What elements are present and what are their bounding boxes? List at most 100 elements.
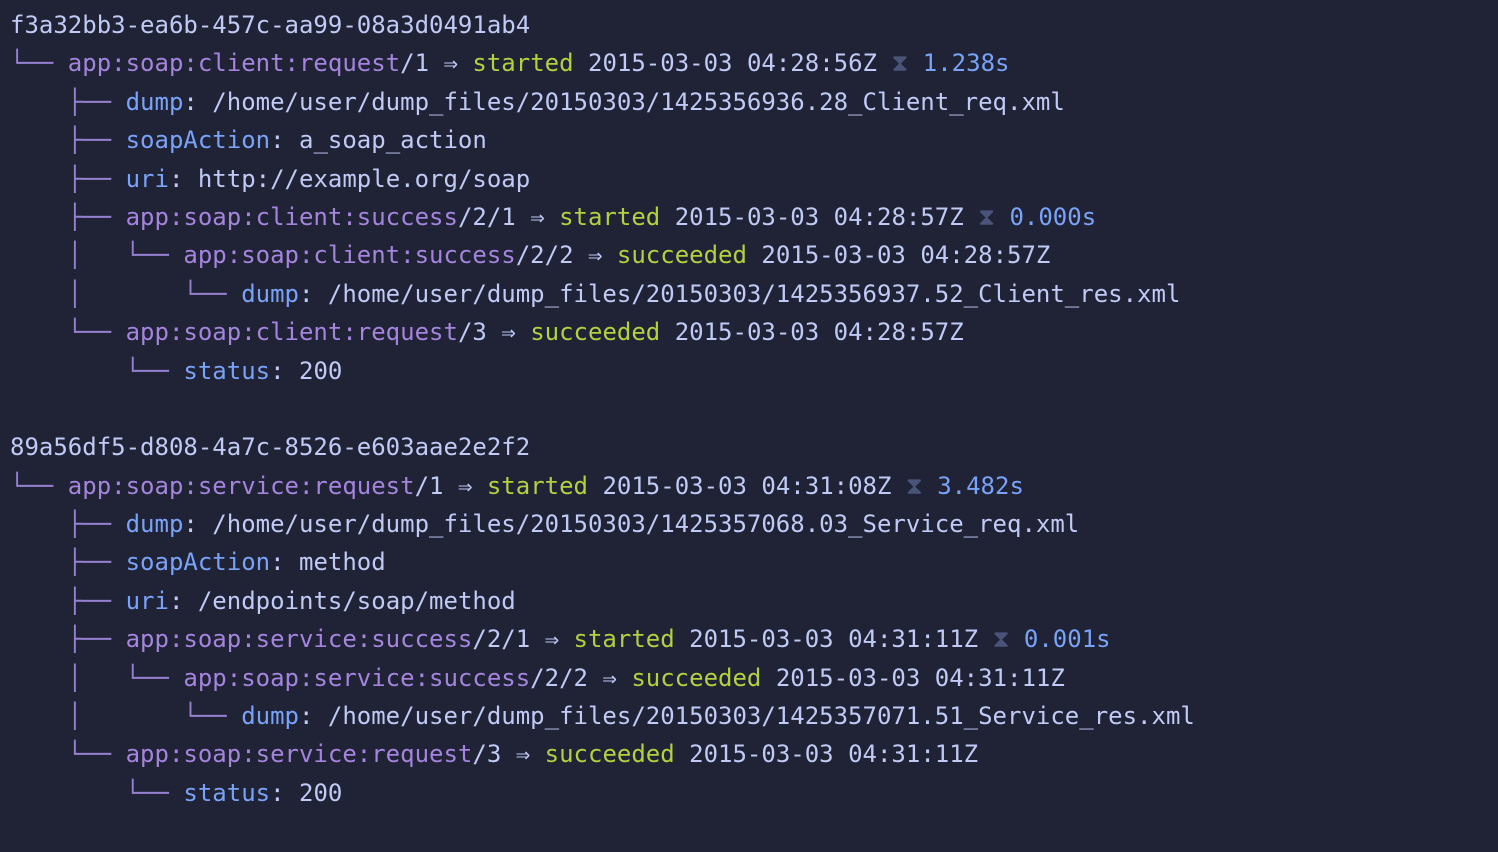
- tree-branch-icon: ├──: [10, 126, 126, 154]
- attribute-key: dump: [241, 280, 299, 308]
- tree-branch-icon: └──: [10, 740, 126, 768]
- attribute-key: dump: [126, 510, 184, 538]
- attribute-key: uri: [126, 165, 169, 193]
- tree-branch-icon: └──: [10, 779, 183, 807]
- trace-uuid-line: f3a32bb3-ea6b-457c-aa99-08a3d0491ab4: [10, 6, 1488, 44]
- blank-line: [10, 390, 1488, 428]
- tree-branch-icon: ├──: [10, 510, 126, 538]
- tree-branch-icon: ├──: [10, 203, 126, 231]
- event-line: └── app:soap:service:request/1 ⇒ started…: [10, 467, 1488, 505]
- tree-branch-icon: └──: [10, 472, 68, 500]
- arrow-icon: ⇒: [501, 318, 530, 346]
- attribute-key: dump: [241, 702, 299, 730]
- arrow-icon: ⇒: [444, 49, 473, 77]
- arrow-icon: ⇒: [545, 625, 574, 653]
- tree-branch-icon: └──: [10, 357, 183, 385]
- event-state: succeeded: [545, 740, 675, 768]
- event-sequence: /3: [458, 318, 501, 346]
- event-line: └── app:soap:client:request/3 ⇒ succeede…: [10, 313, 1488, 351]
- attribute-line: ├── soapAction: method: [10, 543, 1488, 581]
- event-duration: 0.001s: [1024, 625, 1111, 653]
- tree-branch-icon: └──: [10, 318, 126, 346]
- event-name: app:soap:client:success: [126, 203, 458, 231]
- event-sequence: /2/2: [516, 241, 588, 269]
- event-state: succeeded: [617, 241, 747, 269]
- event-timestamp: 2015-03-03 04:31:11Z: [675, 625, 978, 653]
- event-sequence: /1: [415, 472, 458, 500]
- tree-branch-icon: ├──: [10, 88, 126, 116]
- tree-branch-icon: ├──: [10, 587, 126, 615]
- event-duration: 1.238s: [923, 49, 1010, 77]
- event-line: │ └── app:soap:client:success/2/2 ⇒ succ…: [10, 236, 1488, 274]
- event-name: app:soap:service:request: [126, 740, 473, 768]
- event-name: app:soap:service:request: [68, 472, 415, 500]
- attribute-value: : a_soap_action: [270, 126, 487, 154]
- event-sequence: /1: [400, 49, 443, 77]
- trace-uuid: f3a32bb3-ea6b-457c-aa99-08a3d0491ab4: [10, 11, 530, 39]
- event-timestamp: 2015-03-03 04:28:57Z: [747, 241, 1050, 269]
- tree-branch-icon: ├──: [10, 625, 126, 653]
- event-timestamp: 2015-03-03 04:31:11Z: [761, 664, 1064, 692]
- event-line: └── app:soap:service:request/3 ⇒ succeed…: [10, 735, 1488, 773]
- attribute-line: │ └── dump: /home/user/dump_files/201503…: [10, 697, 1488, 735]
- tree-branch-icon: │ └──: [10, 702, 241, 730]
- event-timestamp: 2015-03-03 04:28:56Z: [574, 49, 877, 77]
- trace-uuid-line: 89a56df5-d808-4a7c-8526-e603aae2e2f2: [10, 428, 1488, 466]
- attribute-key: soapAction: [126, 126, 271, 154]
- event-state: succeeded: [631, 664, 761, 692]
- event-state: started: [574, 625, 675, 653]
- event-timestamp: 2015-03-03 04:28:57Z: [660, 203, 963, 231]
- attribute-value: : /endpoints/soap/method: [169, 587, 516, 615]
- attribute-line: ├── soapAction: a_soap_action: [10, 121, 1488, 159]
- attribute-key: uri: [126, 587, 169, 615]
- arrow-icon: ⇒: [588, 241, 617, 269]
- arrow-icon: ⇒: [458, 472, 487, 500]
- attribute-value: : /home/user/dump_files/20150303/1425356…: [299, 280, 1180, 308]
- event-sequence: /2/1: [458, 203, 530, 231]
- arrow-icon: ⇒: [602, 664, 631, 692]
- hourglass-icon: ⧗: [978, 203, 995, 231]
- attribute-key: status: [183, 357, 270, 385]
- event-name: app:soap:client:request: [126, 318, 458, 346]
- attribute-value: : http://example.org/soap: [169, 165, 530, 193]
- attribute-value: : 200: [270, 779, 342, 807]
- attribute-value: : 200: [270, 357, 342, 385]
- attribute-line: ├── uri: /endpoints/soap/method: [10, 582, 1488, 620]
- event-line: │ └── app:soap:service:success/2/2 ⇒ suc…: [10, 659, 1488, 697]
- attribute-line: ├── dump: /home/user/dump_files/20150303…: [10, 505, 1488, 543]
- event-sequence: /2/1: [472, 625, 544, 653]
- event-state: started: [487, 472, 588, 500]
- event-line: └── app:soap:client:request/1 ⇒ started …: [10, 44, 1488, 82]
- event-timestamp: 2015-03-03 04:31:11Z: [675, 740, 978, 768]
- attribute-value: : /home/user/dump_files/20150303/1425356…: [183, 88, 1064, 116]
- attribute-key: status: [183, 779, 270, 807]
- tree-branch-icon: │ └──: [10, 280, 241, 308]
- trace-uuid: 89a56df5-d808-4a7c-8526-e603aae2e2f2: [10, 433, 530, 461]
- event-duration: 0.000s: [1009, 203, 1096, 231]
- event-name: app:soap:service:success: [126, 625, 473, 653]
- event-duration: 3.482s: [937, 472, 1024, 500]
- attribute-value: : /home/user/dump_files/20150303/1425357…: [299, 702, 1195, 730]
- event-name: app:soap:client:request: [68, 49, 400, 77]
- attribute-line: │ └── dump: /home/user/dump_files/201503…: [10, 275, 1488, 313]
- attribute-key: soapAction: [126, 548, 271, 576]
- attribute-line: ├── uri: http://example.org/soap: [10, 160, 1488, 198]
- attribute-line: └── status: 200: [10, 352, 1488, 390]
- tree-branch-icon: │ └──: [10, 664, 183, 692]
- event-state: started: [559, 203, 660, 231]
- event-state: started: [472, 49, 573, 77]
- event-name: app:soap:service:success: [183, 664, 530, 692]
- event-sequence: /3: [472, 740, 515, 768]
- event-state: succeeded: [530, 318, 660, 346]
- event-line: ├── app:soap:service:success/2/1 ⇒ start…: [10, 620, 1488, 658]
- event-line: ├── app:soap:client:success/2/1 ⇒ starte…: [10, 198, 1488, 236]
- attribute-value: : /home/user/dump_files/20150303/1425357…: [183, 510, 1079, 538]
- event-name: app:soap:client:success: [183, 241, 515, 269]
- tree-branch-icon: │ └──: [10, 241, 183, 269]
- arrow-icon: ⇒: [530, 203, 559, 231]
- tree-branch-icon: └──: [10, 49, 68, 77]
- hourglass-icon: ⧗: [906, 472, 923, 500]
- hourglass-icon: ⧗: [993, 625, 1010, 653]
- tree-branch-icon: ├──: [10, 548, 126, 576]
- event-timestamp: 2015-03-03 04:28:57Z: [660, 318, 963, 346]
